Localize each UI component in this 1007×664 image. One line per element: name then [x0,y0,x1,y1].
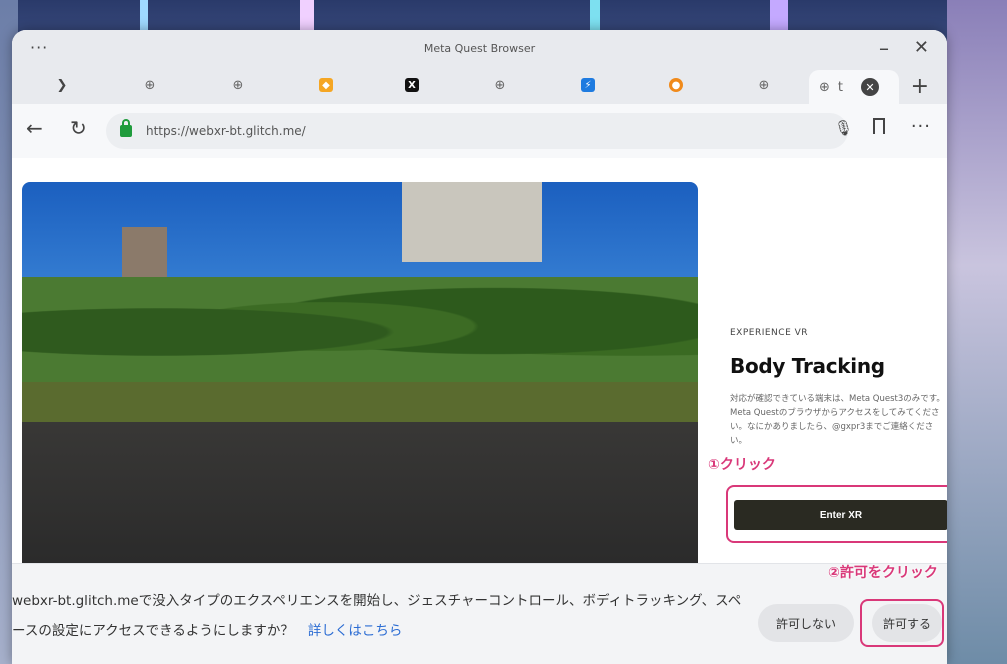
x-logo-icon: X [405,78,419,92]
step1-annotation: ①クリック [708,457,776,473]
environment-light-beam [590,0,600,30]
tab-3[interactable]: ⊕ [218,72,258,98]
environment-light-beam [300,0,314,30]
orange-circle-icon: ● [669,78,683,92]
tab-1[interactable]: ❯ [42,72,82,98]
more-options-icon[interactable]: ··· [911,116,931,137]
tab-7[interactable]: ⚡ [568,72,608,98]
page-heading: Body Tracking [730,354,885,378]
experience-panel: EXPERIENCE VR Body Tracking 対応が確認できている端末… [730,328,945,448]
hero-grass-strip [22,382,698,422]
back-arrow-icon[interactable]: ← [26,116,43,140]
hero-building [402,182,542,262]
globe-icon: ⊕ [144,77,156,93]
hero-trees [22,277,698,387]
close-window-button[interactable]: ✕ [914,37,929,58]
allow-button[interactable]: 許可する [872,604,942,642]
window-title: Meta Quest Browser [423,42,536,55]
tab-bar: ❯ ⊕ ⊕ ◆ X ⊕ ⚡ ● ⊕ ⊕ t ✕ + [12,66,947,104]
globe-icon: ⊕ [232,77,244,93]
tab-active[interactable]: ⊕ t ✕ [809,70,899,104]
permission-prompt: webxr-bt.glitch.meで没入タイプのエクスペリエンスを開始し、ジェ… [12,563,947,664]
tab-6[interactable]: ⊕ [480,72,520,98]
environment-light-beam [770,0,788,30]
page-description: 対応が確認できている端末は、Meta Quest3のみです。Meta Quest… [730,394,945,446]
hero-street-image [22,182,698,572]
permission-message: webxr-bt.glitch.meで没入タイプのエクスペリエンスを開始し、ジェ… [12,586,742,646]
enter-xr-button[interactable]: Enter XR [734,500,947,530]
deny-button[interactable]: 許可しない [758,604,854,642]
tab-5[interactable]: X [392,72,432,98]
address-bar: ← ↻ https://webxr-bt.glitch.me/ 🎙 ··· [12,104,947,159]
reload-icon[interactable]: ↻ [70,116,87,140]
globe-icon: ⊕ [819,79,830,95]
tab-4[interactable]: ◆ [306,72,346,98]
lock-icon [120,119,132,137]
tab-9[interactable]: ⊕ [744,72,784,98]
browser-window: ··· Meta Quest Browser – ✕ ❯ ⊕ ⊕ ◆ X ⊕ ⚡… [12,30,947,664]
environment-right-edge [947,0,1007,664]
close-tab-icon[interactable]: ✕ [861,78,880,96]
globe-icon: ⊕ [758,77,770,93]
step2-annotation: ②許可をクリック [828,565,938,581]
bird-favicon-icon: ❯ [56,77,68,93]
orange-favicon-icon: ◆ [319,78,333,92]
globe-icon: ⊕ [494,77,506,93]
environment-light-beam [140,0,148,30]
tab-title-truncated: t [837,79,844,95]
url-text[interactable]: https://webxr-bt.glitch.me/ [146,124,306,138]
tab-2[interactable]: ⊕ [130,72,170,98]
lightning-icon: ⚡ [581,78,595,92]
eyebrow-label: EXPERIENCE VR [730,328,809,338]
learn-more-link[interactable]: 詳しくはこちら [308,623,403,639]
new-tab-button[interactable]: + [911,74,929,99]
title-bar: ··· Meta Quest Browser – ✕ [12,30,947,66]
minimize-button[interactable]: – [879,36,889,60]
bookmark-icon[interactable] [873,118,885,134]
url-field[interactable]: https://webxr-bt.glitch.me/ [106,113,848,149]
tab-8[interactable]: ● [656,72,696,98]
microphone-icon[interactable]: 🎙 [834,119,853,137]
